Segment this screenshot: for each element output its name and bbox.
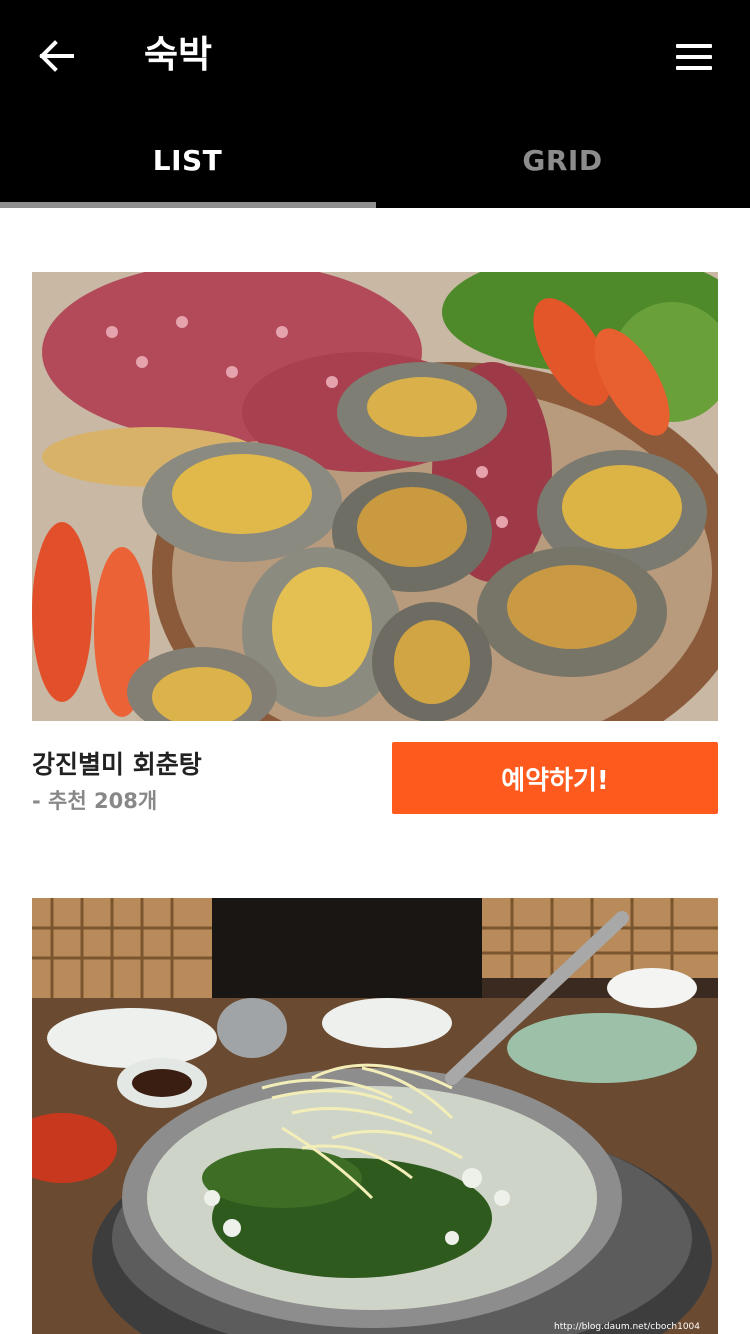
page-title: 숙박 <box>144 33 213 76</box>
menu-button[interactable] <box>670 36 718 78</box>
listing-card[interactable]: http://blog.daum.net/cboch1004 <box>32 898 718 1334</box>
listing-image[interactable]: http://blog.daum.net/cboch1004 <box>32 898 718 1334</box>
listing-image[interactable] <box>32 272 718 721</box>
view-tabs: LIST GRID <box>0 112 750 208</box>
tab-list[interactable]: LIST <box>0 112 375 208</box>
book-button[interactable]: 예약하기! <box>392 742 718 814</box>
recommend-count: - 추천 208개 <box>32 789 158 813</box>
stew-pot-photo <box>32 898 718 1334</box>
listing-card[interactable]: 강진별미 회춘탕 - 추천 208개 예약하기! <box>32 272 718 841</box>
seafood-platter-photo <box>32 272 718 721</box>
tab-grid[interactable]: GRID <box>375 112 750 208</box>
active-tab-indicator <box>0 202 376 208</box>
listing-name: 강진별미 회춘탕 <box>32 750 202 779</box>
hamburger-menu-icon <box>676 44 712 48</box>
image-watermark: http://blog.daum.net/cboch1004 <box>554 1322 700 1332</box>
back-button[interactable] <box>32 32 80 80</box>
arrow-left-icon <box>39 40 74 72</box>
top-app-bar: 숙박 LIST GRID <box>0 0 750 208</box>
